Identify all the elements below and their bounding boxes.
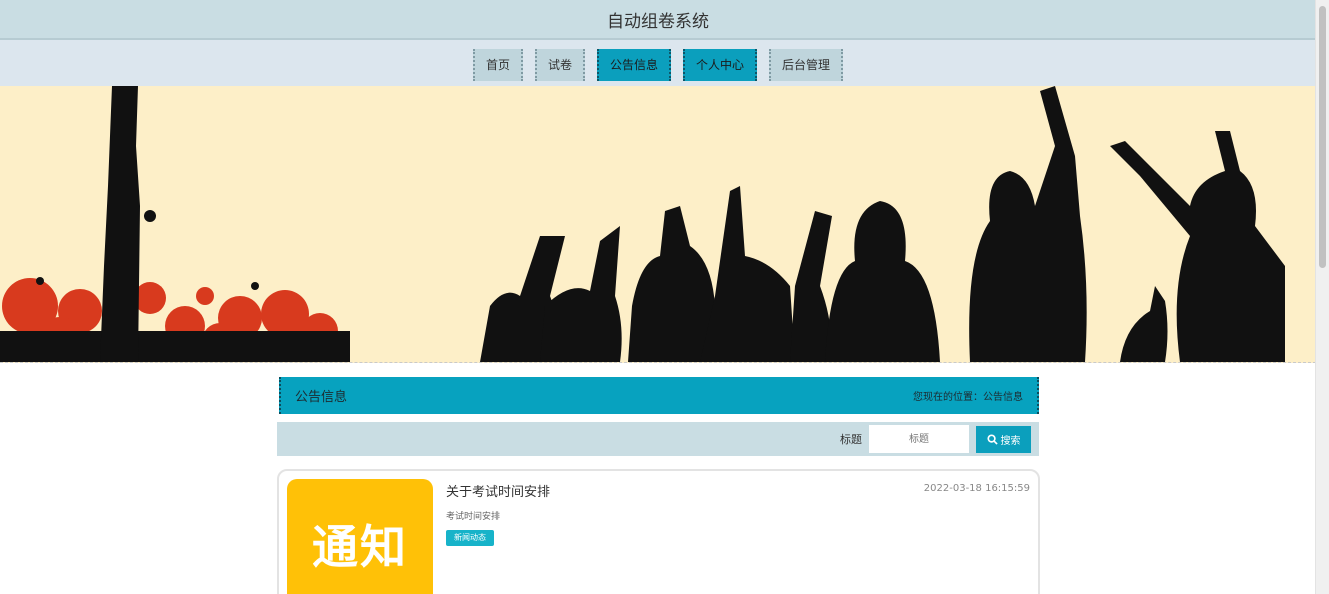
nav-item-profile[interactable]: 个人中心	[683, 48, 758, 81]
search-bar: 标题 搜索	[277, 422, 1039, 456]
banner-image	[0, 86, 1316, 363]
section-title: 公告信息	[295, 390, 348, 405]
news-thumbnail[interactable]: 通知	[287, 479, 433, 594]
search-icon	[986, 433, 998, 445]
nav-item-announcements[interactable]: 公告信息	[596, 48, 671, 81]
nav-item-admin[interactable]: 后台管理	[769, 48, 844, 81]
news-tag[interactable]: 新闻动态	[446, 530, 494, 546]
title-bar: 自动组卷系统	[0, 0, 1316, 40]
scrollbar-thumb[interactable]	[1319, 6, 1326, 268]
breadcrumb: 您现在的位置：公告信息	[913, 392, 1023, 403]
search-label: 标题	[840, 433, 862, 446]
vertical-scrollbar[interactable]	[1315, 0, 1329, 594]
main-nav: 首页 试卷 公告信息 个人中心 后台管理	[0, 40, 1316, 86]
app-title: 自动组卷系统	[607, 11, 709, 32]
news-thumbnail-text: 通知	[312, 520, 408, 574]
banner-silhouettes	[0, 86, 1285, 362]
search-button[interactable]: 搜索	[976, 425, 1031, 453]
news-date: 2022-03-18 16:15:59	[923, 483, 1030, 494]
nav-item-papers[interactable]: 试卷	[534, 48, 585, 81]
news-description: 考试时间安排	[446, 512, 501, 522]
page: 自动组卷系统 首页 试卷 公告信息 个人中心 后台管理 公告信息 您现在的位置：…	[0, 0, 1316, 594]
search-button-label: 搜索	[1000, 435, 1021, 447]
news-card[interactable]: 通知 关于考试时间安排 2022-03-18 16:15:59 考试时间安排 新…	[277, 469, 1040, 594]
news-title[interactable]: 关于考试时间安排	[446, 481, 550, 500]
nav-item-home[interactable]: 首页	[472, 48, 523, 81]
search-input[interactable]	[869, 425, 969, 453]
section-header: 公告信息 您现在的位置：公告信息	[279, 377, 1039, 414]
